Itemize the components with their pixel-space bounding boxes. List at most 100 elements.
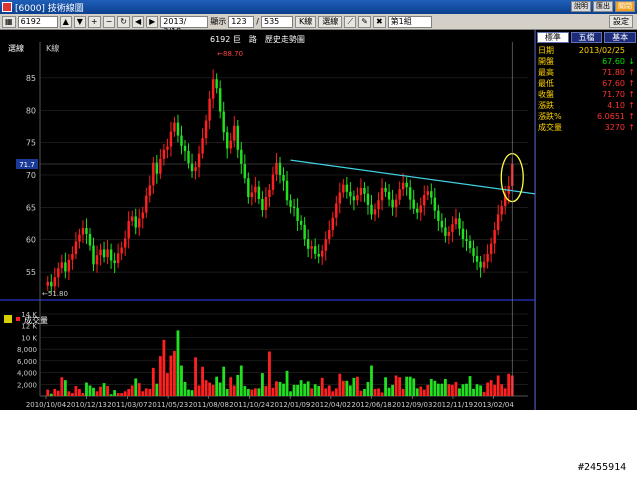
volume-bar <box>303 383 307 396</box>
candle-body <box>285 180 289 201</box>
scroll-left-button[interactable]: ◀ <box>131 15 145 28</box>
volume-bar <box>429 379 433 396</box>
stock-code-input[interactable]: 6192 <box>17 15 58 28</box>
tab-basic[interactable]: 基本 <box>604 32 637 43</box>
quote-value: 71.80 <box>602 68 625 77</box>
quote-panel: 標準 五檔 基本 日期 2013/02/25 開盤 67.60 ↓ 最高 71.80 ↑ 最低 6… <box>535 30 637 410</box>
candle-body <box>60 262 64 269</box>
pen-icon[interactable]: ✎ <box>358 15 371 28</box>
volume-bar <box>433 380 437 396</box>
volume-bar <box>92 387 95 396</box>
settings-button[interactable]: 設定 <box>609 15 633 28</box>
candle-body <box>190 163 194 172</box>
candle-body <box>78 234 81 242</box>
candle-body <box>57 268 60 278</box>
candle-body <box>71 253 74 260</box>
candle-body <box>391 199 394 208</box>
volume-bar <box>370 365 373 396</box>
volume-bar <box>218 382 222 396</box>
candle-body <box>176 122 180 136</box>
price-tick-label: 55 <box>26 268 36 277</box>
candle-body <box>201 138 204 154</box>
group-dropdown[interactable]: 第1組 <box>387 15 432 28</box>
volume-bar <box>162 339 166 396</box>
volume-bar <box>317 386 321 396</box>
candle-body <box>320 250 324 257</box>
candle-body <box>218 88 222 112</box>
x-tick-label: 2011/08/08 <box>189 401 229 409</box>
candle-body <box>67 259 71 272</box>
volume-bar <box>130 385 134 396</box>
window-title: [6000] 技術線圖 <box>15 3 84 14</box>
eraser-icon[interactable]: ✖ <box>372 15 386 28</box>
volume-bar <box>253 388 257 396</box>
trendline <box>290 159 535 195</box>
tab-five-levels[interactable]: 五檔 <box>570 32 603 43</box>
volume-bar <box>120 393 124 396</box>
candle-body <box>496 214 500 231</box>
candle-body <box>64 262 67 272</box>
tab-standard[interactable]: 標準 <box>537 32 569 43</box>
date-input[interactable]: 2013/ 3/18 <box>160 15 209 36</box>
display-from-input[interactable]: 123 <box>228 15 255 28</box>
candle-body <box>401 182 405 190</box>
candle-body <box>493 230 496 244</box>
zoom-out-button[interactable]: − <box>102 15 116 28</box>
candle-body <box>148 185 152 196</box>
display-to-input[interactable]: 535 <box>261 15 293 28</box>
volume-bar <box>225 388 229 396</box>
quote-value: 2013/02/25 <box>578 46 625 55</box>
chart-area[interactable]: 選線 K線 6192 巨 路 歷史走勢圖 55 60 65 70 75 80 85 2,000… <box>0 30 535 410</box>
volume-bar <box>359 390 363 396</box>
candle-body <box>46 281 49 286</box>
volume-bar <box>454 381 458 396</box>
quote-label: 開盤 <box>538 57 554 66</box>
refresh-icon[interactable]: ↻ <box>117 15 130 28</box>
quote-row: 漲跌 4.10 ↑ <box>536 100 637 111</box>
volume-bar <box>341 380 345 396</box>
stock-grid-icon[interactable]: ▦ <box>2 15 16 28</box>
volume-bar <box>63 380 67 396</box>
candle-body <box>394 199 398 208</box>
candle-body <box>317 253 320 257</box>
volume-bar <box>99 386 102 396</box>
scroll-right-button[interactable]: ▶ <box>146 15 159 28</box>
candle-body <box>377 200 380 210</box>
up-arrow-icon: ↑ <box>628 68 635 77</box>
candle-body <box>440 220 444 228</box>
quote-row: 最高 71.80 ↑ <box>536 67 637 78</box>
k-type-dropdown[interactable]: K線 <box>295 15 317 28</box>
low-marker-label: ←51.80 <box>42 290 68 298</box>
candle-body <box>338 192 342 204</box>
volume-bar <box>356 376 359 396</box>
x-tick-label: 2011/05/23 <box>148 401 188 409</box>
volume-bar <box>257 388 261 396</box>
candle-body <box>324 239 327 251</box>
zoom-in-button[interactable]: + <box>87 15 101 28</box>
candle-body <box>370 204 373 215</box>
candle-body <box>451 224 454 232</box>
candle-body <box>271 174 275 190</box>
candle-body <box>356 195 359 201</box>
close-button[interactable]: 關閉 <box>615 1 635 12</box>
volume-bar <box>236 374 240 396</box>
volume-bar <box>306 381 310 396</box>
candle-body <box>437 210 440 221</box>
candle-body <box>109 249 113 261</box>
candle-body <box>183 145 187 152</box>
next-stock-button[interactable]: ▼ <box>73 15 86 28</box>
app-window: [6000] 技術線圖 說明 匯出 關閉 ▦ 6192 ▲ ▼ + − ↻ ◀ … <box>0 0 637 410</box>
candle-body <box>296 208 299 221</box>
draw-line-icon[interactable]: ⟋ <box>344 15 357 28</box>
help-button[interactable]: 說明 <box>571 1 591 12</box>
candle-body <box>236 125 240 150</box>
volume-bar <box>507 373 511 396</box>
volume-bar <box>250 389 254 396</box>
candle-body <box>408 187 412 200</box>
export-button[interactable]: 匯出 <box>593 1 613 12</box>
prev-stock-button[interactable]: ▲ <box>59 15 72 28</box>
indicator-dropdown[interactable]: 選線 <box>318 15 343 28</box>
volume-bar <box>232 385 236 396</box>
up-arrow-icon: ↑ <box>628 112 635 121</box>
volume-bar <box>391 384 395 396</box>
